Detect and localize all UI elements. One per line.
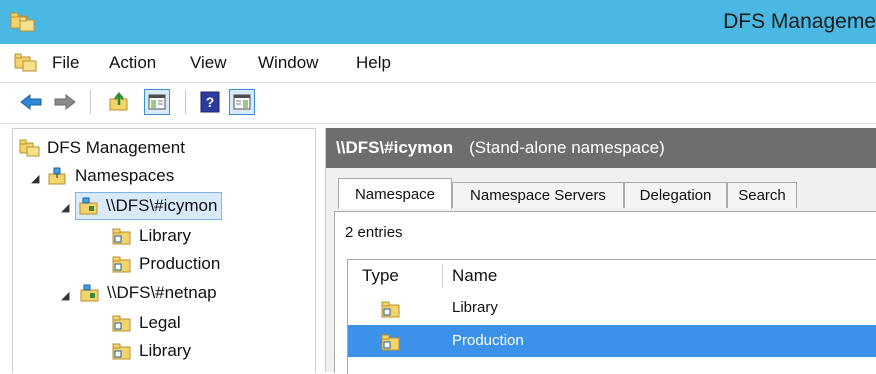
forward-button[interactable] bbox=[52, 89, 78, 115]
dfs-folder-icon bbox=[112, 256, 131, 273]
list-row-library[interactable]: Library bbox=[348, 292, 876, 324]
tree-label: \\DFS\#netnap bbox=[107, 283, 217, 302]
show-hide-tree-icon bbox=[148, 94, 166, 110]
namespace-path: \\DFS\#icymon bbox=[336, 138, 454, 157]
dfs-folder-icon bbox=[380, 299, 402, 323]
collapse-arrow-icon[interactable]: ◢ bbox=[61, 201, 69, 214]
svg-text:?: ? bbox=[206, 94, 215, 110]
row-name: Library bbox=[452, 299, 498, 316]
row-name: Production bbox=[452, 332, 524, 349]
dfs-folder-icon bbox=[112, 343, 131, 360]
tree-item-folder-library[interactable]: Library bbox=[111, 223, 191, 249]
dfs-folder-icon bbox=[112, 228, 131, 245]
tree-item-folder-production[interactable]: Production bbox=[111, 251, 220, 277]
menu-file[interactable]: File bbox=[52, 53, 79, 73]
back-arrow-icon bbox=[20, 93, 42, 111]
tab-namespace-servers[interactable]: Namespace Servers bbox=[452, 182, 624, 208]
details-header: \\DFS\#icymon (Stand-alone namespace) bbox=[326, 128, 876, 168]
toolbar: ? bbox=[0, 83, 876, 124]
tree-item-folder-legal[interactable]: Legal bbox=[111, 310, 181, 336]
toolbar-separator bbox=[185, 90, 186, 114]
show-hide-console-tree-button[interactable] bbox=[144, 89, 170, 115]
tree-label: Library bbox=[139, 341, 191, 360]
tree-item-namespace-netnap[interactable]: \\DFS\#netnap bbox=[79, 280, 217, 306]
tab-namespace[interactable]: Namespace bbox=[338, 178, 452, 209]
tree-item-dfs-management[interactable]: DFS Management bbox=[19, 135, 185, 161]
show-hide-action-pane-button[interactable] bbox=[229, 89, 255, 115]
tree-label: Library bbox=[139, 226, 191, 245]
tree-label: \\DFS\#icymon bbox=[106, 196, 218, 215]
menu-action[interactable]: Action bbox=[109, 53, 156, 73]
show-hide-action-pane-icon bbox=[233, 94, 251, 110]
tree-label: Legal bbox=[139, 313, 181, 332]
app-icon[interactable] bbox=[10, 10, 36, 39]
menu-help[interactable]: Help bbox=[356, 53, 391, 73]
tree-label: Production bbox=[139, 254, 221, 273]
collapse-arrow-icon[interactable]: ◢ bbox=[61, 289, 69, 302]
column-header-name[interactable]: Name bbox=[452, 260, 497, 292]
menu-bar: File Action View Window Help bbox=[0, 44, 876, 83]
tree-label: DFS Management bbox=[47, 138, 185, 157]
list-row-production[interactable]: Production bbox=[348, 325, 876, 357]
back-button[interactable] bbox=[18, 89, 44, 115]
tree-item-folder-library[interactable]: Library bbox=[111, 338, 191, 364]
collapse-arrow-icon[interactable]: ◢ bbox=[31, 172, 39, 185]
dfs-management-icon bbox=[19, 139, 40, 157]
namespace-icon bbox=[79, 197, 98, 215]
column-header-type[interactable]: Type bbox=[362, 260, 399, 292]
tab-delegation[interactable]: Delegation bbox=[624, 182, 727, 208]
entries-count: 2 entries bbox=[345, 224, 403, 241]
up-one-level-button[interactable] bbox=[106, 89, 132, 115]
title-bar: DFS Manageme bbox=[0, 0, 876, 44]
details-pane: \\DFS\#icymon (Stand-alone namespace) Na… bbox=[325, 128, 876, 374]
tree-item-namespace-icymon[interactable]: \\DFS\#icymon bbox=[75, 192, 223, 220]
dfs-folder-icon bbox=[112, 315, 131, 332]
window-title: DFS Manageme bbox=[723, 10, 876, 33]
namespace-tab-panel: 2 entries Type Name Library Production bbox=[334, 211, 876, 374]
tab-strip: Namespace Namespace Servers Delegation S… bbox=[334, 178, 876, 212]
tree-label: Namespaces bbox=[75, 166, 175, 185]
tree-item-namespaces[interactable]: Namespaces bbox=[47, 163, 174, 189]
app-menu-icon[interactable] bbox=[14, 52, 38, 79]
dfs-folder-icon bbox=[380, 332, 402, 356]
forward-arrow-icon bbox=[54, 93, 76, 111]
namespace-icon bbox=[80, 284, 99, 302]
help-button[interactable]: ? bbox=[197, 89, 223, 115]
tab-search[interactable]: Search bbox=[727, 182, 797, 208]
namespace-kind: (Stand-alone namespace) bbox=[469, 138, 665, 157]
menu-view[interactable]: View bbox=[190, 53, 227, 73]
column-divider[interactable] bbox=[442, 264, 443, 288]
help-icon: ? bbox=[200, 91, 220, 113]
console-tree: DFS Management ◢ Namespaces ◢ \\DFS\#icy… bbox=[12, 128, 316, 373]
menu-window[interactable]: Window bbox=[258, 53, 318, 73]
namespaces-icon bbox=[48, 167, 66, 185]
toolbar-separator bbox=[90, 90, 91, 114]
up-folder-icon bbox=[109, 92, 128, 111]
folder-list: Type Name Library Production bbox=[347, 259, 876, 374]
